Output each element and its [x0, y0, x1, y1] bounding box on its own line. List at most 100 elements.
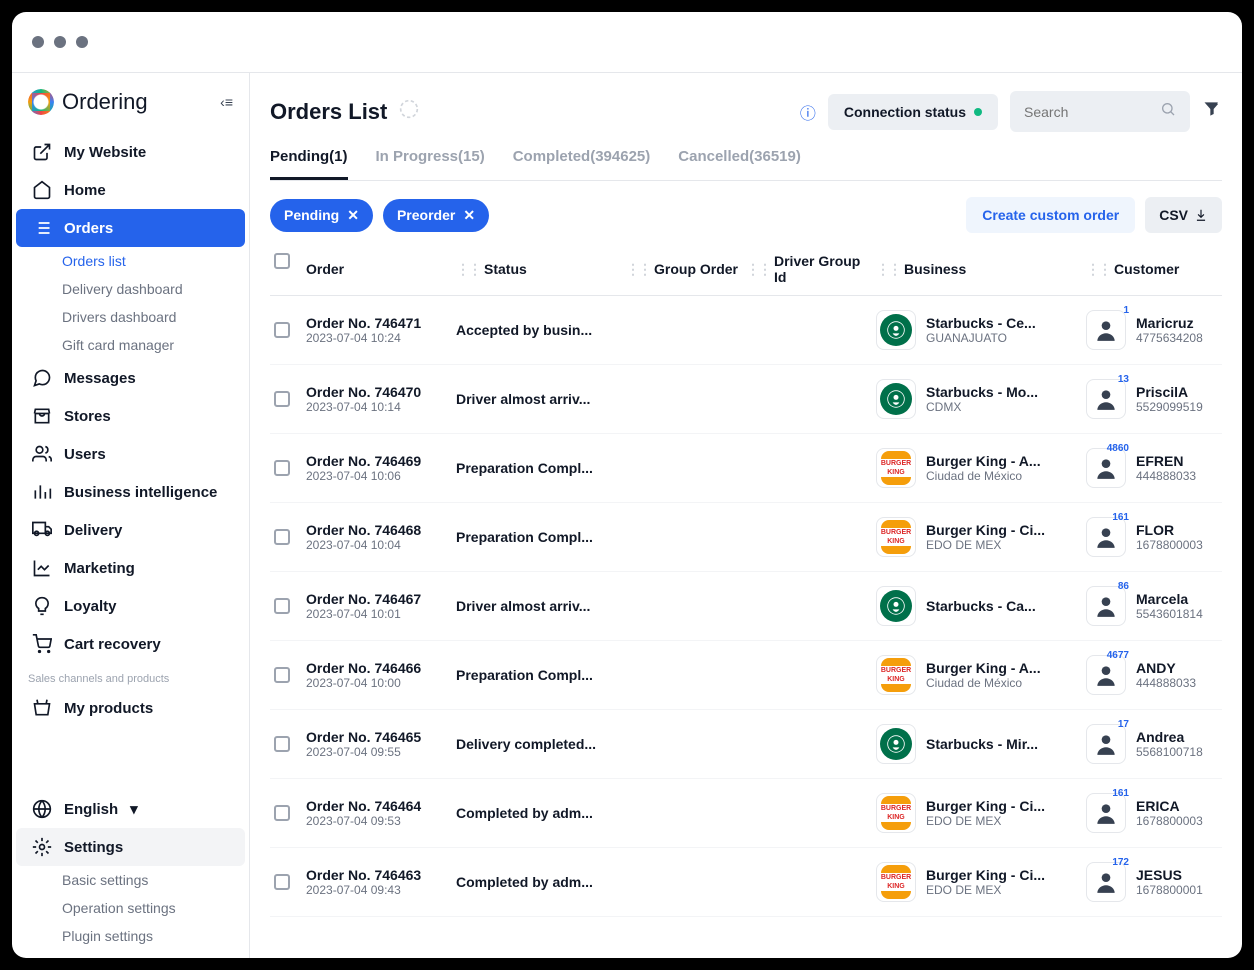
titlebar	[12, 12, 1242, 72]
customer-name: ERICA	[1136, 798, 1203, 814]
customer-phone: 1678800003	[1136, 814, 1203, 828]
table-row[interactable]: Order No. 7464652023-07-04 09:55Delivery…	[270, 710, 1222, 779]
window-dot[interactable]	[76, 36, 88, 48]
connection-status[interactable]: Connection status	[828, 94, 998, 130]
settings-sub-basic-settings[interactable]: Basic settings	[12, 866, 249, 894]
column-status[interactable]: ⋮⋮Status	[456, 253, 626, 285]
customer-name: JESUS	[1136, 867, 1203, 883]
business-location: Ciudad de México	[926, 676, 1041, 690]
table-row[interactable]: Order No. 7464632023-07-04 09:43Complete…	[270, 848, 1222, 917]
sidebar-item-business-intelligence[interactable]: Business intelligence	[16, 473, 245, 511]
customer-name: Marcela	[1136, 591, 1203, 607]
row-checkbox[interactable]	[274, 598, 290, 614]
row-checkbox[interactable]	[274, 391, 290, 407]
table-row[interactable]: Order No. 7464702023-07-04 10:14Driver a…	[270, 365, 1222, 434]
help-icon[interactable]	[399, 99, 419, 124]
window-dot[interactable]	[32, 36, 44, 48]
table-row[interactable]: Order No. 7464692023-07-04 10:06Preparat…	[270, 434, 1222, 503]
order-date: 2023-07-04 10:04	[306, 538, 456, 552]
table-row[interactable]: Order No. 7464642023-07-04 09:53Complete…	[270, 779, 1222, 848]
table-row[interactable]: Order No. 7464712023-07-04 10:24Accepted…	[270, 296, 1222, 365]
row-checkbox[interactable]	[274, 667, 290, 683]
column-customer[interactable]: ⋮⋮Customer	[1086, 253, 1242, 285]
sidebar-item-home[interactable]: Home	[16, 171, 245, 209]
avatar: 161	[1086, 793, 1126, 833]
column-order[interactable]: Order	[306, 253, 456, 285]
sidebar-item-orders[interactable]: Orders	[16, 209, 245, 247]
business-location: EDO DE MEX	[926, 814, 1045, 828]
business-name: Burger King - A...	[926, 660, 1041, 676]
business-name: Starbucks - Ce...	[926, 315, 1036, 331]
collapse-sidebar-icon[interactable]: ‹≡	[220, 94, 233, 110]
sidebar-item-label: Orders	[64, 220, 113, 237]
sidebar-item-messages[interactable]: Messages	[16, 359, 245, 397]
sidebar-item-marketing[interactable]: Marketing	[16, 549, 245, 587]
tab[interactable]: Cancelled(36519)	[678, 148, 801, 180]
business-logo-icon: BURGERKING	[876, 655, 916, 695]
settings-sub-plugin-settings[interactable]: Plugin settings	[12, 922, 249, 950]
row-checkbox[interactable]	[274, 529, 290, 545]
column-group-order[interactable]: ⋮⋮Group Order	[626, 253, 746, 285]
sidebar-item-label: Delivery	[64, 522, 122, 539]
row-checkbox[interactable]	[274, 322, 290, 338]
clear-filter-icon[interactable]	[1202, 99, 1222, 124]
avatar: 13	[1086, 379, 1126, 419]
brand-logo-icon	[28, 89, 54, 115]
create-order-button[interactable]: Create custom order	[966, 197, 1135, 233]
sidebar-item-stores[interactable]: Stores	[16, 397, 245, 435]
business-name: Burger King - Ci...	[926, 522, 1045, 538]
avatar: 86	[1086, 586, 1126, 626]
business-location: CDMX	[926, 400, 1038, 414]
order-number: Order No. 746470	[306, 384, 456, 400]
business-location: EDO DE MEX	[926, 883, 1045, 897]
order-date: 2023-07-04 10:14	[306, 400, 456, 414]
sidebar-item-my-website[interactable]: My Website	[16, 133, 245, 171]
sidebar-sub-orders-list[interactable]: Orders list	[12, 247, 249, 275]
customer-name: ANDY	[1136, 660, 1196, 676]
table-row[interactable]: Order No. 7464662023-07-04 10:00Preparat…	[270, 641, 1222, 710]
notification-badge: 4860	[1107, 443, 1129, 454]
sidebar-item-delivery[interactable]: Delivery	[16, 511, 245, 549]
brand: Ordering ‹≡	[12, 81, 249, 133]
table-header: Order ⋮⋮Status ⋮⋮Group Order ⋮⋮Driver Gr…	[270, 243, 1222, 296]
business-name: Starbucks - Mo...	[926, 384, 1038, 400]
sidebar-sub-delivery-dashboard[interactable]: Delivery dashboard	[12, 275, 249, 303]
row-checkbox[interactable]	[274, 460, 290, 476]
close-icon[interactable]: ✕	[347, 207, 359, 224]
business-name: Starbucks - Ca...	[926, 598, 1036, 614]
search-input[interactable]	[1010, 91, 1190, 132]
sidebar-item-my-products[interactable]: My products	[16, 689, 245, 727]
sidebar-sub-drivers-dashboard[interactable]: Drivers dashboard	[12, 303, 249, 331]
language-selector[interactable]: English ▾	[16, 790, 245, 828]
row-checkbox[interactable]	[274, 805, 290, 821]
sidebar-item-users[interactable]: Users	[16, 435, 245, 473]
business-logo-icon: BURGERKING	[876, 793, 916, 833]
tab[interactable]: In Progress(15)	[376, 148, 485, 180]
sidebar-item-label: Loyalty	[64, 598, 117, 615]
sidebar-item-cart-recovery[interactable]: Cart recovery	[16, 625, 245, 663]
tab[interactable]: Pending(1)	[270, 148, 348, 180]
sidebar-item-settings[interactable]: Settings	[16, 828, 245, 866]
table-row[interactable]: Order No. 7464672023-07-04 10:01Driver a…	[270, 572, 1222, 641]
sidebar-sub-gift-card-manager[interactable]: Gift card manager	[12, 331, 249, 359]
order-number: Order No. 746465	[306, 729, 456, 745]
filter-chip[interactable]: Preorder✕	[383, 199, 489, 232]
notification-badge: 4677	[1107, 650, 1129, 661]
window-dot[interactable]	[54, 36, 66, 48]
close-icon[interactable]: ✕	[463, 207, 475, 224]
row-checkbox[interactable]	[274, 736, 290, 752]
filter-chip[interactable]: Pending✕	[270, 199, 373, 232]
customer-name: Maricruz	[1136, 315, 1203, 331]
tab[interactable]: Completed(394625)	[513, 148, 651, 180]
table-row[interactable]: Order No. 7464682023-07-04 10:04Preparat…	[270, 503, 1222, 572]
list-icon	[32, 218, 52, 238]
order-status: Preparation Compl...	[456, 460, 626, 476]
column-business[interactable]: ⋮⋮Business	[876, 253, 1086, 285]
settings-sub-operation-settings[interactable]: Operation settings	[12, 894, 249, 922]
select-all-checkbox[interactable]	[274, 253, 290, 269]
info-icon[interactable]: ⓘ	[800, 100, 816, 124]
row-checkbox[interactable]	[274, 874, 290, 890]
column-driver-group[interactable]: ⋮⋮Driver Group Id	[746, 253, 876, 285]
export-csv-button[interactable]: CSV	[1145, 197, 1222, 233]
sidebar-item-loyalty[interactable]: Loyalty	[16, 587, 245, 625]
